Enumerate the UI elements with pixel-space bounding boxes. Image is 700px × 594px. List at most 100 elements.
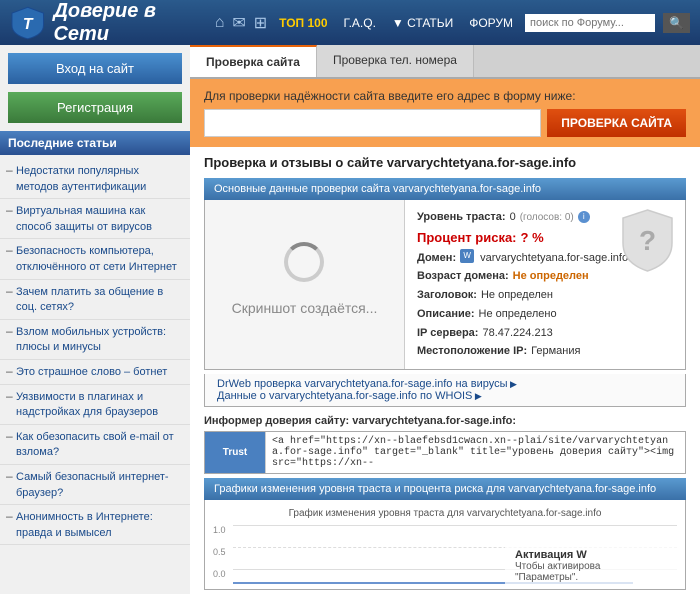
percent-value: ? % [521,227,544,249]
y-label-mid: 0.5 [213,547,226,557]
logo-area: T Доверие в Сети [10,0,215,46]
register-button[interactable]: Регистрация [8,92,182,123]
desc-row: Описание: Не определено [417,305,673,324]
sidebar-article-link[interactable]: Анонимность в Интернете: правда и вымысе… [16,511,153,539]
sidebar-article-item: Анонимность в Интернете: правда и вымысе… [0,505,190,545]
sidebar-article-item: Уязвимости в плагинах и надстройках для … [0,385,190,425]
trust-votes: (голосов: 0) [520,209,574,226]
informer-box: Trust <a href="https://xn--blaefebsd1cwa… [204,431,686,474]
grid-icon[interactable]: ⊞ [254,13,267,33]
win-activation-line2: "Параметры". [515,572,675,583]
site-title: Доверие в Сети [53,0,214,46]
svg-text:T: T [23,15,34,32]
ip-value: 78.47.224.213 [482,324,552,343]
main-data-header: Основные данные проверки сайта varvarych… [204,178,686,200]
desc-label: Описание: [417,305,475,324]
age-value: Не определен [513,267,589,286]
info-icon[interactable]: i [578,211,590,223]
trust-level-value: 0 [510,208,516,227]
nav-area: ⌂ ✉ ⊞ ТОП 100 Г.А.Q. ▼ СТАТЬИ ФОРУМ 🔍 [215,13,690,33]
domain-value: varvarychtetyana.for-sage.info [480,249,628,268]
domain-icon: W [460,249,474,263]
sidebar-article-link[interactable]: Безопасность компьютера, отключённого от… [16,245,177,273]
site-details: ? Уровень траста: 0 (голосов: 0) i Проце… [405,200,685,369]
graph-section: Графики изменения уровня траста и процен… [204,478,686,590]
desc-value: Не определено [479,305,557,324]
screenshot-text: Скриншот создаётся... [222,290,388,326]
informer-header: Информер доверия сайту: varvarychtetyana… [204,415,686,427]
win-activation-overlay: Активация W Чтобы активирова "Параметры"… [505,543,685,589]
graph-body: График изменения уровня траста для varva… [204,500,686,590]
tab-check-site[interactable]: Проверка сайта [190,45,317,77]
title-label: Заголовок: [417,286,477,305]
recent-articles-title: Последние статьи [0,131,190,155]
main-data-body: Скриншот создаётся... ? Уровень траста: … [204,200,686,370]
sidebar-article-item: Безопасность компьютера, отключённого от… [0,239,190,279]
location-value: Германия [531,342,580,361]
check-button[interactable]: ПРОВЕРКА САЙТА [547,109,686,137]
content: Проверка сайта Проверка тел. номера Для … [190,45,700,594]
informer-code[interactable]: <a href="https://xn--blaefebsd1cwacn.xn-… [265,432,685,473]
drweb-link[interactable]: DrWeb проверка varvarychtetyana.for-sage… [217,378,673,390]
sidebar-article-link[interactable]: Недостатки популярных методов аутентифик… [16,165,146,193]
check-form: ПРОВЕРКА САЙТА [204,109,686,137]
logo-icon: T [10,5,45,41]
sidebar-article-item: Это страшное слово – ботнет [0,360,190,385]
sidebar-article-link[interactable]: Виртуальная машина как способ защиты от … [16,205,152,233]
sidebar-article-item: Зачем платить за общение в соц. сетях? [0,280,190,320]
mail-icon[interactable]: ✉ [232,13,245,33]
sidebar-article-item: Недостатки популярных методов аутентифик… [0,159,190,199]
sidebar-article-link[interactable]: Это страшное слово – ботнет [16,366,167,378]
sidebar-articles: Недостатки популярных методов аутентифик… [0,155,190,549]
title-value: Не определен [481,286,553,305]
graph-header: Графики изменения уровня траста и процен… [204,478,686,500]
sidebar-article-link[interactable]: Зачем платить за общение в соц. сетях? [16,286,163,314]
sidebar-article-link[interactable]: Уязвимости в плагинах и надстройках для … [16,391,158,419]
sidebar-article-link[interactable]: Самый безопасный интернет-браузер? [16,471,169,499]
tabs: Проверка сайта Проверка тел. номера [190,45,700,79]
search-button[interactable]: 🔍 [663,13,690,33]
win-activation-line1: Чтобы активирова [515,561,675,572]
sidebar-article-link[interactable]: Как обезопасить свой e-mail от взлома? [16,431,174,459]
ip-label: IP сервера: [417,324,478,343]
trust-level-label: Уровень траста: [417,208,506,227]
home-icon[interactable]: ⌂ [215,14,225,32]
main-layout: Вход на сайт Регистрация Последние стать… [0,45,700,594]
forum-link[interactable]: ФОРУМ [465,14,517,32]
links-area: DrWeb проверка varvarychtetyana.for-sage… [204,374,686,407]
y-label-top: 1.0 [213,525,226,535]
svg-text:?: ? [639,225,656,256]
login-button[interactable]: Вход на сайт [8,53,182,84]
spinner [284,242,324,282]
sidebar-article-item: Как обезопасить свой e-mail от взлома? [0,425,190,465]
sidebar-article-item: Самый безопасный интернет-браузер? [0,465,190,505]
check-area: Для проверки надёжности сайта введите ег… [190,79,700,147]
check-input[interactable] [204,109,541,137]
sidebar-article-link[interactable]: Взлом мобильных устройств: плюсы и минус… [16,326,166,354]
trust-shield-icon: ? [620,208,675,273]
location-row: Местоположение IP: Германия [417,342,673,361]
percent-label: Процент риска: [417,227,517,249]
informer-section: Информер доверия сайту: varvarychtetyana… [204,415,686,474]
title-row: Заголовок: Не определен [417,286,673,305]
articles-link[interactable]: ▼ СТАТЬИ [388,14,457,32]
whois-link[interactable]: Данные о varvarychtetyana.for-sage.info … [217,390,673,402]
sidebar-article-item: Виртуальная машина как способ защиты от … [0,199,190,239]
header: T Доверие в Сети ⌂ ✉ ⊞ ТОП 100 Г.А.Q. ▼ … [0,0,700,45]
trust-text: Trust [223,447,247,458]
graph-title: График изменения уровня траста для varva… [213,508,677,519]
search-input[interactable] [525,14,655,32]
informer-logo: Trust [205,432,265,473]
site-info-header: Проверка и отзывы о сайте varvarychtetya… [190,147,700,178]
faq-link[interactable]: Г.А.Q. [340,14,380,32]
top100-link[interactable]: ТОП 100 [275,14,331,32]
age-label: Возраст домена: [417,267,509,286]
sidebar: Вход на сайт Регистрация Последние стать… [0,45,190,594]
tab-check-phone[interactable]: Проверка тел. номера [317,45,474,77]
ip-row: IP сервера: 78.47.224.213 [417,324,673,343]
win-activation-title: Активация W [515,549,675,561]
check-label: Для проверки надёжности сайта введите ег… [204,89,686,103]
screenshot-area: Скриншот создаётся... [205,200,405,369]
location-label: Местоположение IP: [417,342,527,361]
sidebar-article-item: Взлом мобильных устройств: плюсы и минус… [0,320,190,360]
